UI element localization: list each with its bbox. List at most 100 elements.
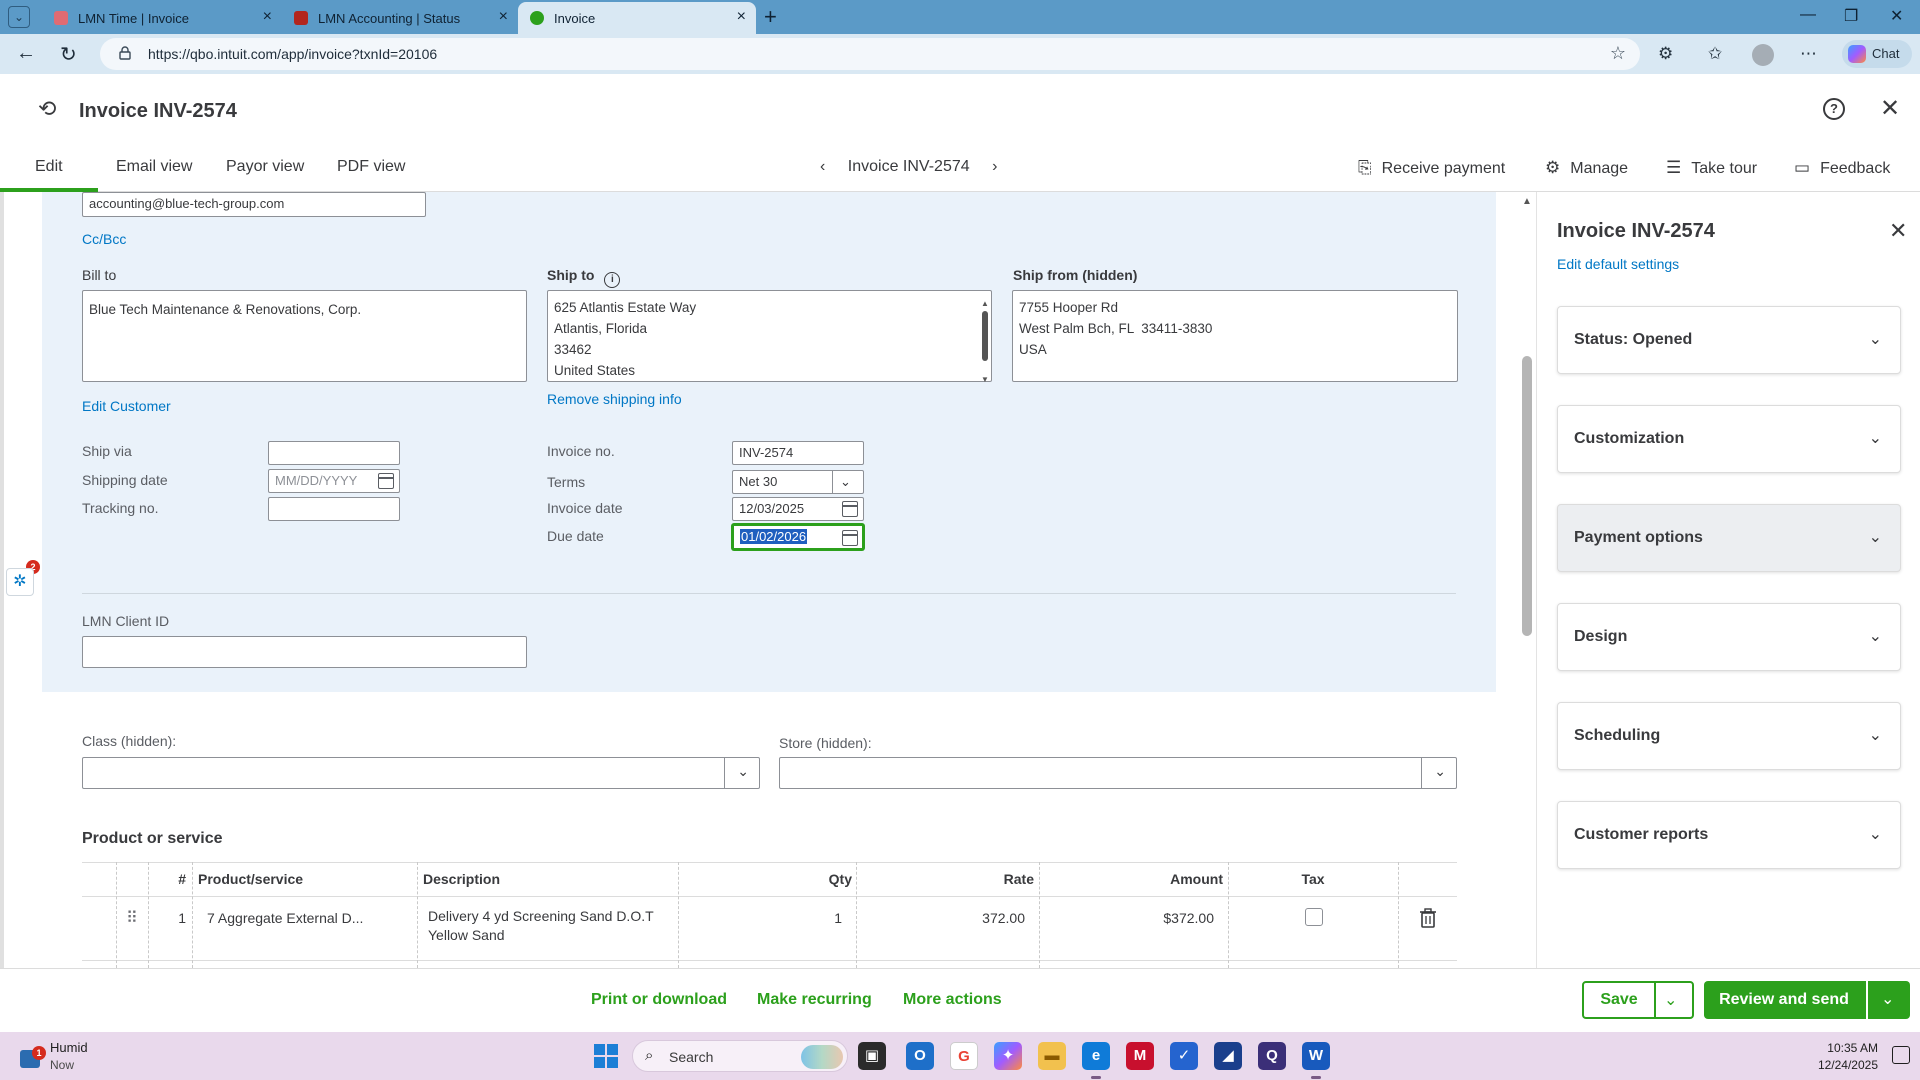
cc-bcc-link[interactable]: Cc/Bcc xyxy=(82,231,126,247)
accordion-customization[interactable]: Customization ⌄ xyxy=(1557,405,1901,473)
customer-email-field[interactable]: accounting@blue-tech-group.com xyxy=(82,192,426,217)
windows-start-icon[interactable] xyxy=(594,1044,618,1068)
extensions-icon[interactable]: ⚙ xyxy=(1658,44,1673,64)
invoice-form: accounting@blue-tech-group.com Cc/Bcc Bi… xyxy=(0,192,1536,968)
accordion-design[interactable]: Design ⌄ xyxy=(1557,603,1901,671)
calendar-icon[interactable] xyxy=(842,530,858,546)
restore-icon[interactable]: ❐ xyxy=(1844,6,1858,26)
word-icon[interactable]: W xyxy=(1302,1042,1330,1079)
todo-icon[interactable]: ✓ xyxy=(1170,1042,1198,1070)
close-tab-icon[interactable]: × xyxy=(737,8,746,26)
form-scrollbar[interactable]: ▲ xyxy=(1518,192,1536,968)
tab-title: LMN Time | Invoice xyxy=(78,11,190,26)
back-icon[interactable]: ← xyxy=(16,42,36,65)
browser-tab-lmn-time[interactable]: LMN Time | Invoice × xyxy=(42,2,282,34)
refresh-icon[interactable]: ↻ xyxy=(60,42,77,67)
chevron-down-icon: ⌄ xyxy=(1868,529,1882,546)
accordion-customer-reports[interactable]: Customer reports ⌄ xyxy=(1557,801,1901,869)
file-explorer-icon[interactable]: ▬ xyxy=(1038,1042,1066,1070)
help-icon[interactable]: ? xyxy=(1823,98,1845,120)
edge-icon[interactable]: e xyxy=(1082,1042,1110,1079)
tab-payor-view[interactable]: Payor view xyxy=(226,158,304,176)
row-amount[interactable]: $372.00 xyxy=(1100,910,1214,926)
ship-from-address[interactable]: 7755 Hooper Rd West Palm Bch, FL 33411-3… xyxy=(1012,290,1458,382)
accordion-scheduling[interactable]: Scheduling ⌄ xyxy=(1557,702,1901,770)
site-info-icon[interactable] xyxy=(118,46,132,60)
close-drawer-icon[interactable]: ✕ xyxy=(1889,218,1907,244)
ship-via-field[interactable] xyxy=(268,441,400,465)
browser-tab-invoice[interactable]: Invoice × xyxy=(518,2,756,34)
previous-invoice-icon[interactable]: ‹ xyxy=(820,158,825,175)
assistant-widget-icon[interactable]: ✲ xyxy=(6,568,34,596)
next-invoice-icon[interactable]: › xyxy=(992,158,997,175)
notification-center-icon[interactable] xyxy=(1892,1046,1910,1064)
ship-from-heading: Ship from (hidden) xyxy=(1013,267,1138,283)
weather-widget[interactable]: 1 xyxy=(18,1044,46,1070)
scroll-up-icon[interactable]: ▲ xyxy=(1522,196,1532,207)
taskbar-search[interactable]: ⌕ Search xyxy=(632,1040,848,1072)
invoice-no-field[interactable]: INV-2574 xyxy=(732,441,864,465)
favorite-star-icon[interactable]: ☆ xyxy=(1610,43,1626,64)
row-tax-checkbox[interactable] xyxy=(1305,908,1323,926)
ship-to-address[interactable]: 625 Atlantis Estate Way Atlantis, Florid… xyxy=(547,290,992,384)
trash-icon[interactable] xyxy=(1419,908,1437,928)
remove-shipping-link[interactable]: Remove shipping info xyxy=(547,391,682,407)
info-icon[interactable]: i xyxy=(604,272,621,288)
close-tab-icon[interactable]: × xyxy=(499,8,508,26)
mcafee-icon[interactable]: M xyxy=(1126,1042,1154,1070)
store-select[interactable]: ⌄ xyxy=(779,757,1457,789)
copilot-app-icon[interactable]: ✦ xyxy=(994,1042,1022,1070)
profile-avatar[interactable] xyxy=(1752,44,1774,66)
tab-email-view[interactable]: Email view xyxy=(116,158,192,176)
accordion-status[interactable]: Status: Opened ⌄ xyxy=(1557,306,1901,374)
chrome-icon[interactable]: G xyxy=(950,1042,978,1070)
new-tab-icon[interactable]: + xyxy=(764,4,777,30)
close-invoice-icon[interactable]: ✕ xyxy=(1880,94,1900,123)
tab-edit[interactable]: Edit xyxy=(35,158,63,176)
close-tab-icon[interactable]: × xyxy=(263,8,272,26)
row-qty[interactable]: 1 xyxy=(760,910,842,926)
calendar-icon[interactable] xyxy=(378,473,394,489)
url-field[interactable]: https://qbo.intuit.com/app/invoice?txnId… xyxy=(100,38,1640,70)
terms-label: Terms xyxy=(547,474,586,490)
tracking-field[interactable] xyxy=(268,497,400,521)
print-or-download-button[interactable]: Print or download xyxy=(591,991,727,1009)
feedback-button[interactable]: ▭ Feedback xyxy=(1794,158,1890,178)
review-and-send-button[interactable]: Review and send xyxy=(1704,981,1864,1019)
edit-default-settings-link[interactable]: Edit default settings xyxy=(1557,256,1679,272)
copilot-chat-button[interactable]: Chat xyxy=(1842,40,1912,68)
save-options-chevron-icon[interactable]: ⌄ xyxy=(1664,990,1677,1010)
take-tour-button[interactable]: ☰ Take tour xyxy=(1666,158,1757,178)
lmn-client-id-field[interactable] xyxy=(82,636,527,668)
chevron-down-icon[interactable]: ⌄ xyxy=(840,474,851,490)
favorites-icon[interactable]: ✩ xyxy=(1708,44,1722,64)
remote-desktop-icon[interactable]: ◢ xyxy=(1214,1042,1242,1070)
history-icon[interactable]: ⟲ xyxy=(38,96,56,122)
quickassist-icon[interactable]: Q xyxy=(1258,1042,1286,1070)
more-actions-button[interactable]: More actions xyxy=(903,991,1002,1009)
edit-customer-link[interactable]: Edit Customer xyxy=(82,398,171,414)
accordion-payment-options[interactable]: Payment options ⌄ xyxy=(1557,504,1901,572)
calendar-icon[interactable] xyxy=(842,501,858,517)
more-menu-icon[interactable]: ⋯ xyxy=(1800,44,1817,64)
row-product[interactable]: 7 Aggregate External D... xyxy=(207,910,363,926)
task-view-icon[interactable]: ▣ xyxy=(858,1042,886,1070)
class-select[interactable]: ⌄ xyxy=(82,757,760,789)
row-description[interactable]: Delivery 4 yd Screening Sand D.O.T Yello… xyxy=(428,907,654,945)
drag-handle-icon[interactable]: ⠿ xyxy=(126,908,138,928)
manage-button[interactable]: ⚙ Manage xyxy=(1545,158,1628,178)
tab-pdf-view[interactable]: PDF view xyxy=(337,158,405,176)
minimize-icon[interactable]: — xyxy=(1800,6,1816,24)
window-close-icon[interactable]: ✕ xyxy=(1890,6,1903,26)
send-options-chevron-icon[interactable]: ⌄ xyxy=(1881,989,1894,1009)
bill-to-address[interactable]: Blue Tech Maintenance & Renovations, Cor… xyxy=(82,290,527,382)
save-button[interactable]: Save xyxy=(1584,983,1654,1017)
scroll-thumb[interactable] xyxy=(1522,356,1532,636)
make-recurring-button[interactable]: Make recurring xyxy=(757,991,872,1009)
tab-actions-menu[interactable]: ⌄ xyxy=(8,6,30,28)
receive-payment-button[interactable]: ⎘ Receive payment xyxy=(1358,158,1505,178)
ship-to-scrollbar[interactable]: ▲ ▼ xyxy=(980,293,990,384)
outlook-icon[interactable]: O xyxy=(906,1042,934,1070)
browser-tab-lmn-accounting[interactable]: LMN Accounting | Status × xyxy=(282,2,518,34)
row-rate[interactable]: 372.00 xyxy=(920,910,1025,926)
